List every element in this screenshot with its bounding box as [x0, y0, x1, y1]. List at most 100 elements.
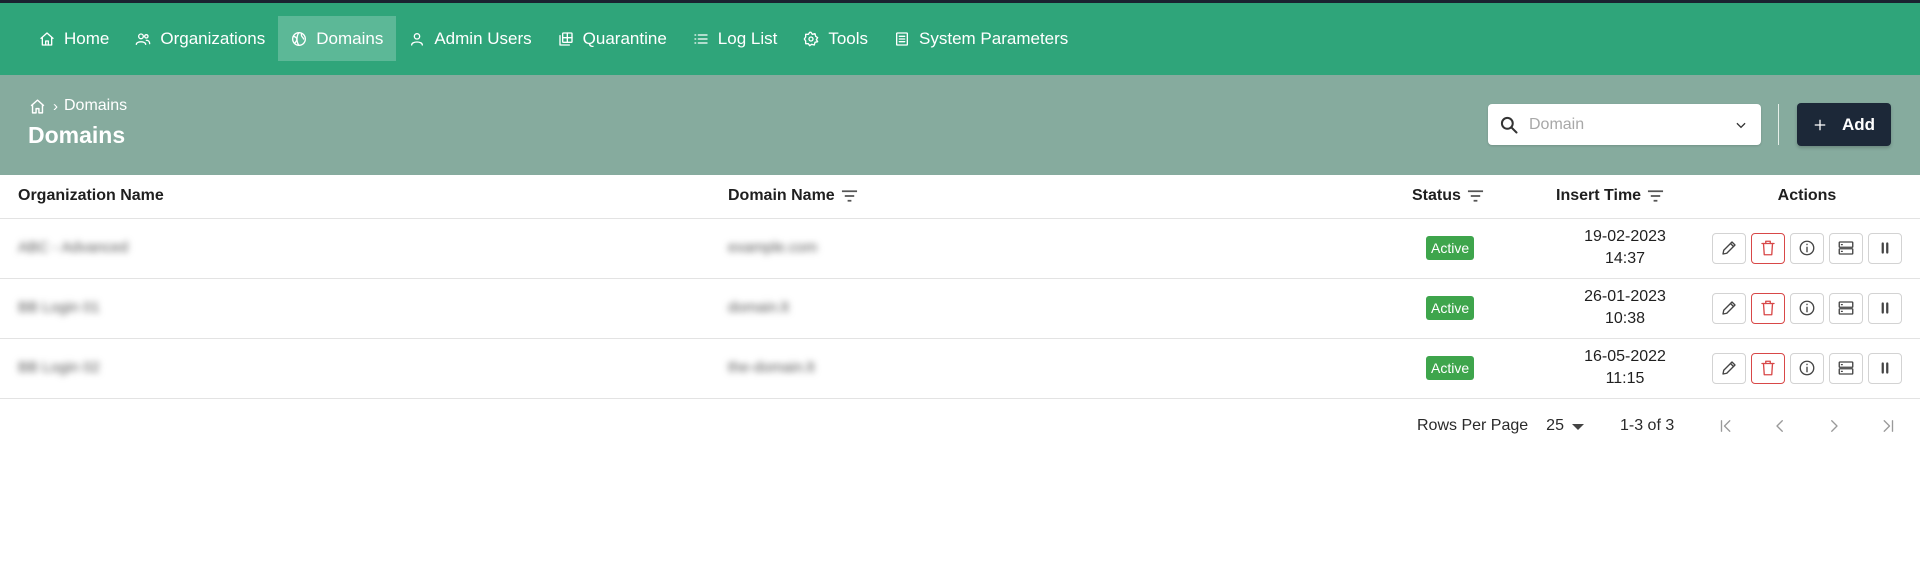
pause-button[interactable] — [1868, 292, 1902, 324]
edit-button[interactable] — [1712, 352, 1746, 384]
chevron-down-icon[interactable] — [1734, 118, 1748, 132]
search-icon — [1500, 116, 1518, 133]
rows-per-page-label: Rows Per Page — [1417, 417, 1529, 434]
organization-name: BB Login 02 — [18, 359, 100, 376]
nav-item-label: Quarantine — [582, 28, 667, 48]
nav-item-label: System Parameters — [919, 28, 1069, 48]
insert-time: 14:37 — [1604, 250, 1646, 267]
home-icon — [40, 31, 54, 46]
info-button[interactable] — [1790, 352, 1824, 384]
delete-button[interactable] — [1751, 232, 1785, 264]
sort-icon[interactable] — [841, 189, 858, 203]
pause-button[interactable] — [1868, 352, 1902, 384]
trash-icon — [1761, 300, 1775, 316]
insert-date: 19-02-2023 — [1584, 228, 1666, 245]
nav-item-label: Domains — [316, 28, 384, 48]
plus-icon — [1814, 119, 1826, 130]
column-header-insert-time[interactable]: Insert Time — [1556, 175, 1694, 219]
column-header-domain[interactable]: Domain Name — [728, 175, 1378, 219]
table-row: ABC - Advanced example.com Active 19-02-… — [0, 218, 1920, 279]
pagination: Rows Per Page 25 1-3 of 3 — [1417, 412, 1900, 440]
breadcrumb: › Domains — [29, 97, 127, 115]
nav-item-admin-users[interactable]: Admin Users — [396, 16, 544, 61]
breadcrumb-current: Domains — [64, 97, 128, 114]
main-nav: Home Organizations Domains Admin Users Q… — [26, 16, 1081, 61]
column-header-actions: Actions — [1694, 175, 1920, 219]
sort-icon[interactable] — [1467, 189, 1484, 203]
edit-button[interactable] — [1712, 232, 1746, 264]
document-icon — [896, 31, 909, 46]
pencil-icon — [1722, 301, 1736, 315]
domains-table: Organization Name Domain Name Status Ins… — [0, 175, 1920, 399]
search-input[interactable] — [1529, 115, 1729, 134]
add-button-label: Add — [1841, 114, 1876, 134]
server-icon — [1838, 301, 1854, 315]
trash-icon — [1761, 240, 1775, 256]
nav-item-label: Log List — [717, 28, 778, 48]
info-icon — [1799, 360, 1815, 376]
users-icon — [136, 32, 151, 45]
first-page-button[interactable] — [1714, 414, 1738, 438]
nav-item-home[interactable]: Home — [26, 16, 122, 61]
nav-item-label: Home — [64, 28, 110, 48]
nav-item-domains[interactable]: Domains — [278, 16, 397, 61]
table-header-row: Organization Name Domain Name Status Ins… — [0, 175, 1920, 219]
home-icon[interactable] — [29, 98, 46, 115]
last-page-button[interactable] — [1876, 414, 1900, 438]
domain-name: domain.lt — [728, 299, 789, 316]
insert-date: 26-01-2023 — [1584, 288, 1666, 305]
domain-search-select[interactable] — [1488, 104, 1761, 145]
nav-item-tools[interactable]: Tools — [790, 16, 881, 61]
sort-icon[interactable] — [1647, 189, 1664, 203]
server-icon — [1838, 361, 1854, 375]
nav-item-system-parameters[interactable]: System Parameters — [881, 16, 1081, 61]
insert-time: 10:38 — [1604, 310, 1646, 327]
insert-date: 16-05-2022 — [1584, 348, 1666, 365]
nav-item-quarantine[interactable]: Quarantine — [545, 16, 680, 61]
rows-per-page-select[interactable]: 25 — [1546, 417, 1584, 435]
info-icon — [1799, 300, 1815, 316]
organization-name: BB Login 01 — [18, 299, 100, 316]
page-title: Domains — [28, 122, 126, 148]
servers-button[interactable] — [1829, 292, 1863, 324]
organization-name: ABC - Advanced — [18, 239, 129, 256]
pause-button[interactable] — [1868, 232, 1902, 264]
nav-item-label: Organizations — [160, 28, 266, 48]
info-button[interactable] — [1790, 232, 1824, 264]
pause-icon — [1881, 302, 1889, 314]
chevron-left-icon — [1776, 420, 1784, 432]
next-page-button[interactable] — [1822, 414, 1846, 438]
table-row: BB Login 01 domain.lt Active 26-01-2023 1… — [0, 278, 1920, 339]
nav-item-log-list[interactable]: Log List — [680, 16, 791, 61]
table-row: BB Login 02 the-domain.lt Active 16-05-2… — [0, 338, 1920, 399]
status-badge: Active — [1426, 296, 1475, 320]
delete-button[interactable] — [1751, 352, 1785, 384]
pencil-icon — [1722, 361, 1736, 375]
delete-button[interactable] — [1751, 292, 1785, 324]
status-badge: Active — [1426, 356, 1475, 380]
pencil-icon — [1722, 241, 1736, 255]
info-button[interactable] — [1790, 292, 1824, 324]
nav-item-organizations[interactable]: Organizations — [122, 16, 278, 61]
servers-button[interactable] — [1829, 352, 1863, 384]
nav-item-label: Tools — [828, 28, 869, 48]
pause-icon — [1881, 362, 1889, 374]
server-icon — [1838, 241, 1854, 255]
chevron-right-icon — [1831, 420, 1838, 432]
column-header-status[interactable]: Status — [1378, 175, 1556, 219]
prev-page-button[interactable] — [1768, 414, 1792, 438]
nav-item-label: Admin Users — [434, 28, 532, 48]
info-icon — [1799, 240, 1815, 256]
domain-name: the-domain.lt — [728, 359, 815, 376]
quarantine-icon — [558, 31, 573, 46]
rows-per-page-value: 25 — [1546, 417, 1564, 434]
edit-button[interactable] — [1712, 292, 1746, 324]
servers-button[interactable] — [1829, 232, 1863, 264]
top-navbar: Home Organizations Domains Admin Users Q… — [0, 0, 1920, 75]
first-page-icon — [1721, 420, 1731, 432]
page-range: 1-3 of 3 — [1619, 417, 1675, 434]
user-icon — [411, 32, 424, 46]
gear-icon — [803, 31, 819, 46]
status-badge: Active — [1426, 236, 1475, 260]
add-button[interactable]: Add — [1797, 103, 1891, 146]
